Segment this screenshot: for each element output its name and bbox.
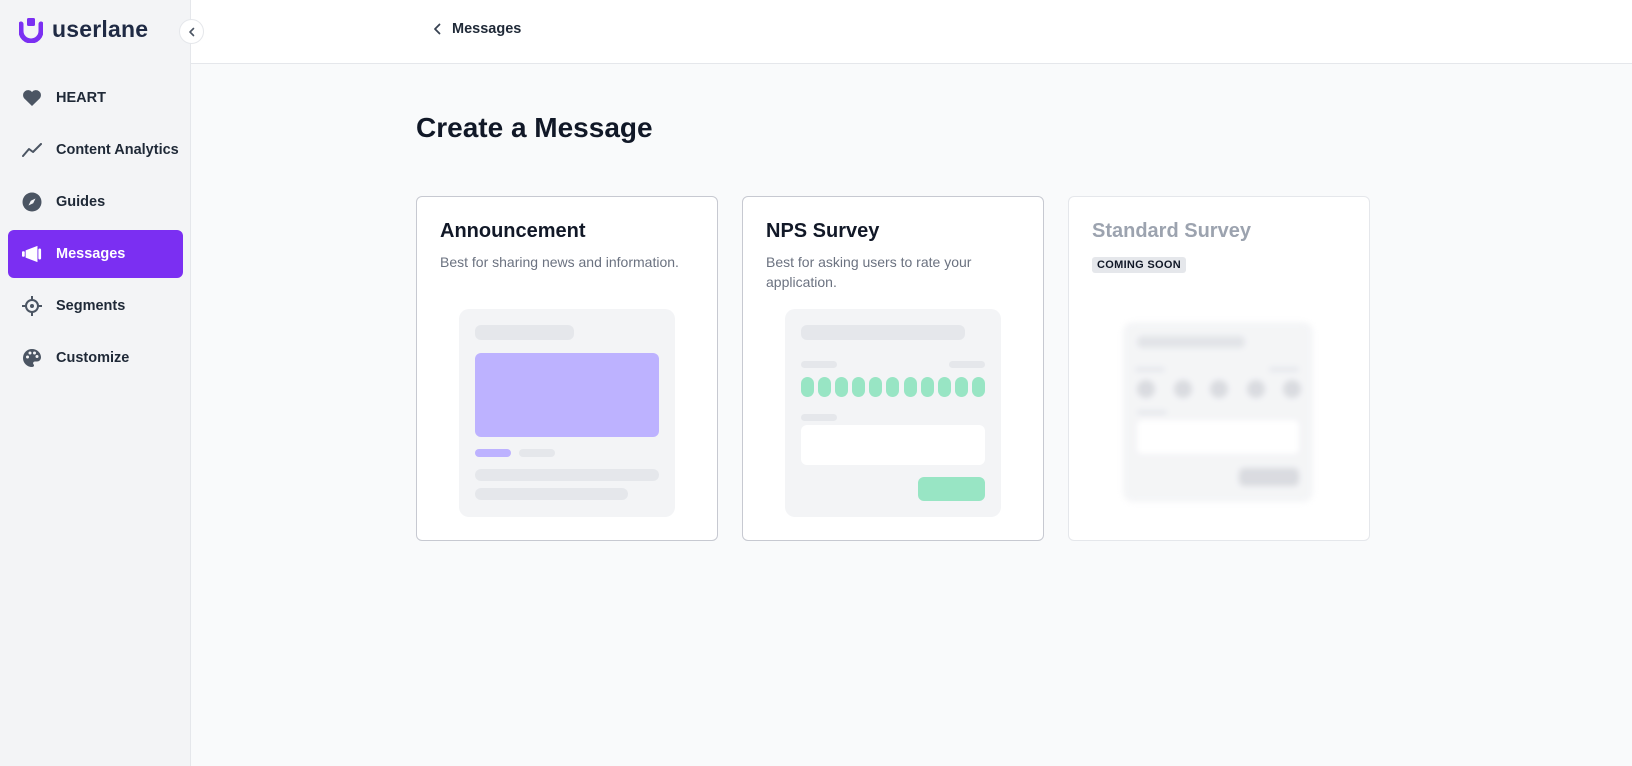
sidebar-item-customize[interactable]: Customize	[8, 334, 183, 382]
userlane-logo[interactable]: userlane	[19, 16, 148, 43]
announcement-preview	[459, 309, 675, 517]
top-bar: Messages	[191, 0, 1632, 64]
compass-icon	[22, 192, 42, 212]
sidebar-nav: HEART Content Analytics Guides Messages …	[8, 74, 183, 386]
sidebar-item-label: Content Analytics	[56, 142, 179, 158]
breadcrumb-label: Messages	[452, 21, 522, 37]
coming-soon-badge: COMING SOON	[1092, 257, 1186, 273]
standard-survey-card: Standard Survey COMING SOON	[1068, 196, 1370, 541]
logo-text: userlane	[52, 16, 149, 42]
userlane-logo-icon	[19, 17, 43, 43]
breadcrumb-back-link[interactable]: Messages	[433, 21, 521, 37]
nps-preview	[785, 309, 1001, 517]
chevron-left-icon	[188, 27, 194, 36]
sidebar-item-label: Guides	[56, 194, 106, 210]
megaphone-icon	[22, 244, 42, 264]
nps-score-scale	[801, 377, 985, 397]
crosshair-icon	[22, 296, 42, 316]
announcement-card[interactable]: Announcement Best for sharing news and i…	[416, 196, 718, 541]
preview-image-placeholder	[475, 353, 659, 437]
sidebar-item-label: Segments	[56, 298, 126, 314]
sidebar-item-label: Messages	[56, 246, 126, 262]
sidebar-item-guides[interactable]: Guides	[8, 178, 183, 226]
card-title: NPS Survey	[766, 220, 880, 242]
sidebar-item-content-analytics[interactable]: Content Analytics	[8, 126, 183, 174]
card-description: Best for sharing news and information.	[440, 254, 679, 270]
trend-line-icon	[22, 140, 42, 160]
chevron-left-icon	[434, 23, 441, 35]
page-title: Create a Message	[416, 112, 653, 143]
heart-icon	[22, 88, 42, 108]
card-description: Best for asking users to rate your appli…	[766, 254, 972, 290]
collapse-sidebar-button[interactable]	[179, 19, 204, 44]
nps-survey-card[interactable]: NPS Survey Best for asking users to rate…	[742, 196, 1044, 541]
palette-icon	[22, 348, 42, 368]
card-title: Announcement	[440, 220, 586, 242]
sidebar-item-segments[interactable]: Segments	[8, 282, 183, 330]
card-title: Standard Survey	[1092, 220, 1251, 242]
sidebar: userlane HEART Content Analytics Guides …	[0, 0, 191, 766]
sidebar-item-messages[interactable]: Messages	[8, 230, 183, 278]
sidebar-item-heart[interactable]: HEART	[8, 74, 183, 122]
standard-survey-preview	[1123, 322, 1313, 502]
sidebar-item-label: HEART	[56, 90, 106, 106]
preview-submit-button	[918, 477, 985, 501]
preview-textarea	[801, 425, 985, 465]
sidebar-item-label: Customize	[56, 350, 130, 366]
